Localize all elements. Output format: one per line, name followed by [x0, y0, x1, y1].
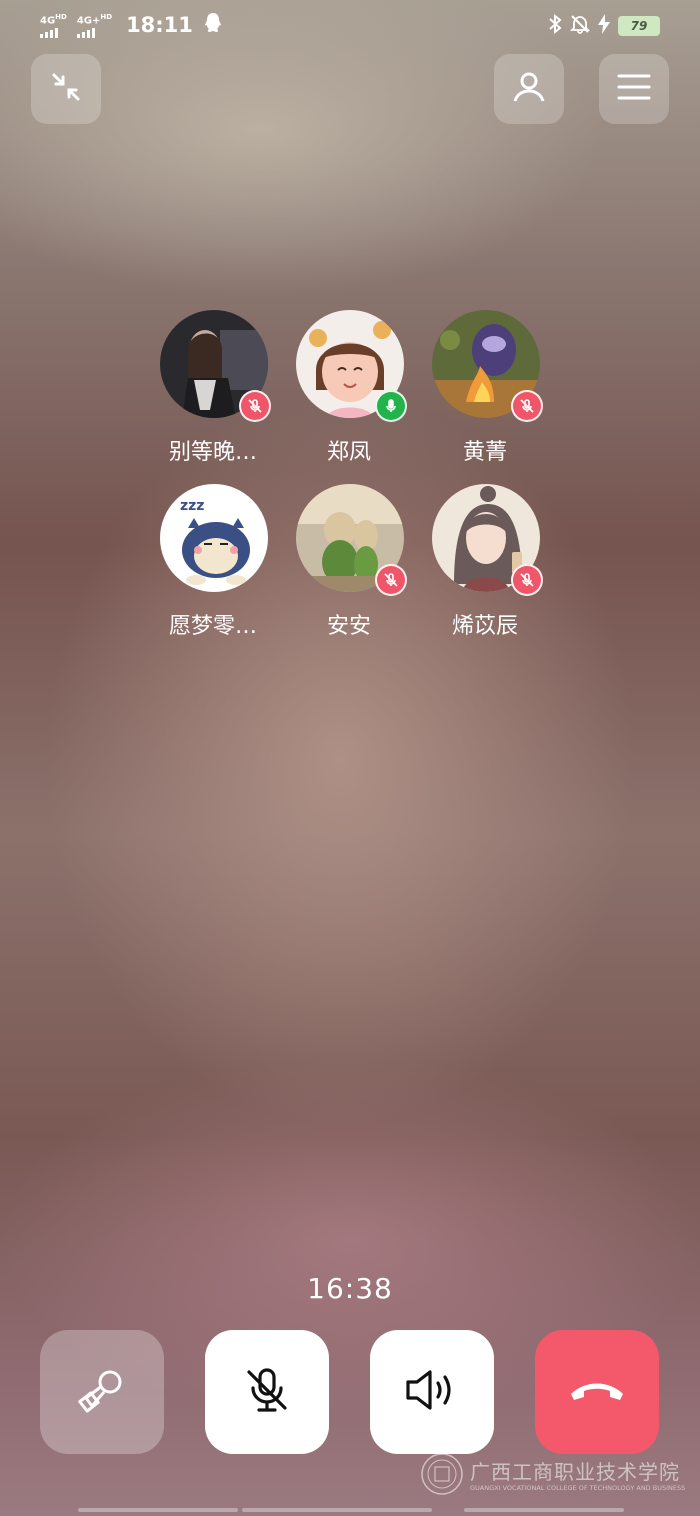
menu-icon	[617, 73, 651, 105]
hang-up-icon	[567, 1376, 627, 1408]
gesture-bar	[464, 1508, 624, 1512]
call-duration: 16:38	[307, 1272, 393, 1305]
mic-off-icon	[241, 1364, 293, 1420]
battery-indicator: 79	[618, 16, 660, 36]
mic-muted-badge	[375, 564, 407, 596]
participant-name: 愿梦零…	[168, 614, 257, 639]
mic-on-badge	[375, 390, 407, 422]
add-participant-button[interactable]	[494, 54, 564, 124]
avatar: zzz	[160, 484, 268, 592]
bell-off-icon	[569, 14, 591, 38]
watermark-title: 广西工商职业技术学院	[470, 1460, 680, 1484]
participant-name: 黄菁	[462, 440, 507, 465]
mic-muted-badge	[511, 390, 543, 422]
charging-bolt-icon	[598, 14, 610, 38]
gesture-bar	[78, 1508, 238, 1512]
svg-text:zzz: zzz	[180, 498, 204, 514]
minimize-arrows-icon	[50, 71, 82, 107]
qq-icon	[203, 12, 223, 38]
mute-button[interactable]	[205, 1330, 329, 1454]
speaker-icon	[404, 1366, 460, 1418]
mic-muted-badge	[239, 390, 271, 422]
participant-name: 烯苡辰	[451, 614, 518, 639]
participant-name: 郑凤	[326, 440, 371, 465]
participant-name: 别等晚…	[168, 440, 257, 465]
camera-off-icon	[76, 1364, 128, 1420]
minimize-call-button[interactable]	[31, 54, 101, 124]
status-time: 18:11	[126, 13, 193, 38]
sim2-signal-icon: 4G+HD	[76, 12, 112, 39]
gesture-bar	[242, 1508, 432, 1512]
college-watermark: 广西工商职业技术学院 GUANGXI VOCATIONAL COLLEGE OF…	[420, 1452, 690, 1498]
camera-toggle-button[interactable]	[40, 1330, 164, 1454]
speaker-button[interactable]	[370, 1330, 494, 1454]
college-seal-icon	[421, 1453, 463, 1495]
sim1-signal-icon: 4GHD	[40, 12, 67, 39]
hang-up-button[interactable]	[535, 1330, 659, 1454]
menu-button[interactable]	[599, 54, 669, 124]
watermark-subtitle: GUANGXI VOCATIONAL COLLEGE OF TECHNOLOGY…	[470, 1484, 686, 1492]
status-bar: 4GHD 4G+HD 18:11 79	[0, 0, 700, 54]
participant-name: 安安	[326, 614, 371, 639]
add-person-icon	[512, 70, 546, 108]
mic-muted-badge	[511, 564, 543, 596]
bluetooth-icon	[548, 13, 562, 38]
